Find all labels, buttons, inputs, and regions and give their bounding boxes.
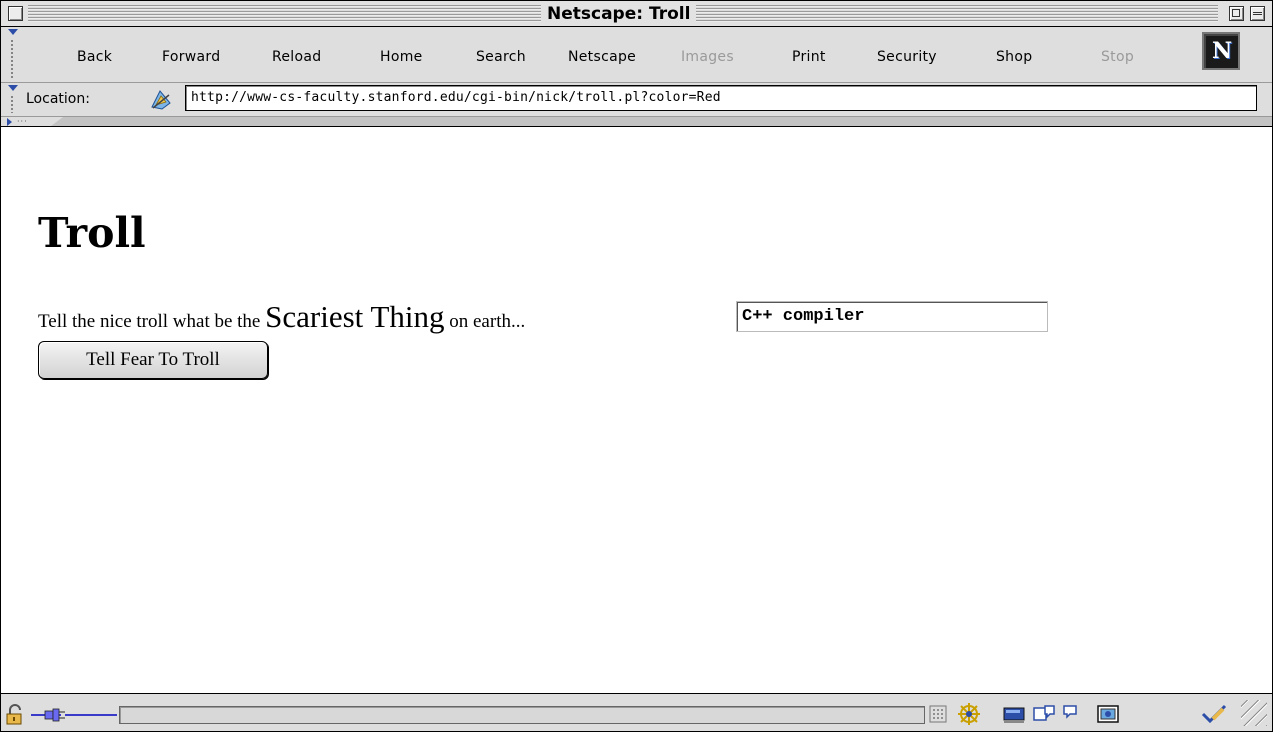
prompt-part-1: Tell the nice troll what be the [38,311,266,332]
discussion-icon[interactable] [1061,702,1087,726]
page-content: Troll Tell the nice troll what be the Sc… [1,127,1272,694]
reload-button[interactable]: Reload [272,49,321,65]
location-field[interactable]: http://www-cs-faculty.stanford.edu/cgi-b… [185,85,1257,111]
window-title: Netscape: Troll [541,3,697,25]
netscape-logo-icon[interactable]: N [1202,32,1240,70]
location-bar: Location: http://www-cs-faculty.stanford… [1,83,1272,117]
tell-fear-to-troll-button[interactable]: Tell Fear To Troll [38,341,268,379]
close-box-icon[interactable] [8,6,23,21]
search-button[interactable]: Search [476,49,526,65]
status-bar [1,694,1272,731]
navigator-icon[interactable] [956,702,982,726]
component-bar-icon[interactable] [926,702,952,726]
stop-button[interactable]: Stop [1101,49,1134,65]
personal-toolbar-strip: ··· [1,117,1272,127]
toolbar-collapse-grip-icon[interactable] [5,27,19,81]
location-url[interactable]: http://www-cs-faculty.stanford.edu/cgi-b… [191,90,721,105]
netscape-button[interactable]: Netscape [568,49,636,65]
forward-button[interactable]: Forward [162,49,220,65]
prompt-emphasis: Scariest Thing [265,299,445,334]
personal-toolbar-tab[interactable]: ··· [1,117,63,126]
connection-plug-icon [31,708,117,722]
mail-icon[interactable] [1001,702,1027,726]
home-button[interactable]: Home [380,49,423,65]
progress-bar [119,706,925,724]
grip-dots-icon: ··· [17,117,28,126]
title-bar[interactable]: Netscape: Troll [1,1,1272,27]
expand-arrow-icon[interactable] [7,118,12,126]
browser-window: Netscape: Troll Back Forward Reload Home… [0,0,1273,732]
composer-icon[interactable] [1031,702,1057,726]
shop-button[interactable]: Shop [996,49,1032,65]
scariest-thing-input[interactable] [736,301,1048,332]
resize-grip-icon[interactable] [1241,700,1267,726]
navigation-toolbar: Back Forward Reload Home Search Netscape… [1,27,1272,83]
collapse-box-icon[interactable] [1250,6,1265,21]
images-button[interactable]: Images [681,49,734,65]
security-lock-icon[interactable] [5,704,27,726]
address-book-icon[interactable] [1095,702,1121,726]
page-heading: Troll [38,209,146,257]
prompt-part-2: on earth... [444,311,526,332]
location-collapse-grip-icon[interactable] [5,83,19,115]
prompt-text: Tell the nice troll what be the Scariest… [38,299,525,335]
back-button[interactable]: Back [77,49,112,65]
location-label: Location: [26,91,90,107]
print-button[interactable]: Print [792,49,826,65]
page-proxy-icon[interactable] [148,87,174,111]
checkmark-icon[interactable] [1201,702,1227,726]
security-button[interactable]: Security [877,49,937,65]
netscape-logo-letter: N [1212,38,1233,64]
zoom-box-icon[interactable] [1229,6,1244,21]
